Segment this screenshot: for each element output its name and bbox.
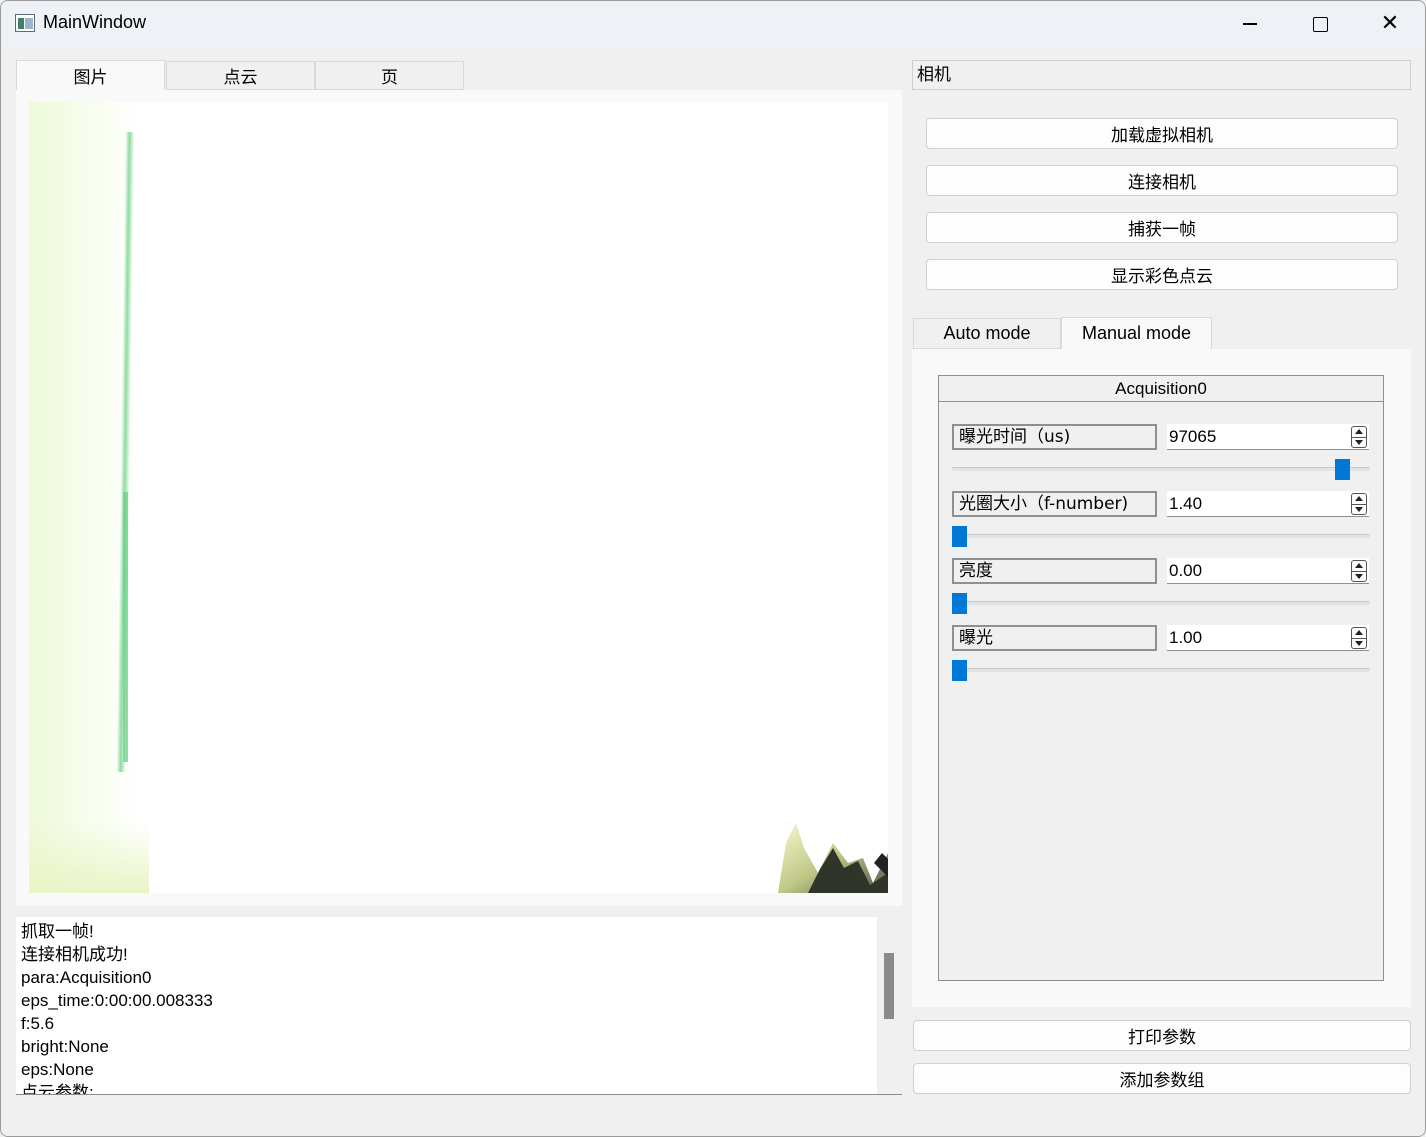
aperture-slider-track[interactable] (952, 534, 1370, 538)
tab-manual-mode[interactable]: Manual mode (1061, 317, 1212, 350)
spinbox-arrows[interactable] (1351, 493, 1367, 515)
spinbox-arrows[interactable] (1351, 627, 1367, 649)
camera-image (29, 102, 888, 893)
spinbox-value: 97065 (1169, 427, 1217, 446)
spin-down-icon[interactable] (1355, 507, 1363, 512)
spinbox-value: 1.40 (1169, 494, 1203, 513)
exposure-time-slider-handle[interactable] (1334, 459, 1350, 480)
load-virtual-camera-button[interactable]: 加载虚拟相机 (926, 118, 1398, 149)
aperture-spinbox[interactable]: 1.40 (1167, 491, 1369, 517)
status-bar (1, 1096, 1425, 1136)
camera-section-header: 相机 (912, 60, 1411, 90)
group-title: Acquisition0 (939, 376, 1383, 402)
spinbox-arrows[interactable] (1351, 560, 1367, 582)
close-button[interactable]: ✕ (1355, 1, 1425, 47)
log-line: 点云参数: (21, 1083, 94, 1095)
close-icon: ✕ (1380, 11, 1400, 36)
spinbox-arrows[interactable] (1351, 426, 1367, 448)
spinbox-value: 0.00 (1169, 561, 1203, 580)
spin-up-icon[interactable] (1355, 496, 1363, 501)
exposure-time-spinbox[interactable]: 97065 (1167, 424, 1369, 450)
tab-point-cloud[interactable]: 点云 (166, 61, 315, 90)
tab-image[interactable]: 图片 (16, 60, 165, 91)
maximize-button[interactable] (1285, 1, 1355, 47)
log-output[interactable]: 抓取一帧! 连接相机成功! para:Acquisition0 eps_time… (16, 917, 902, 1095)
aperture-slider-handle[interactable] (952, 526, 967, 547)
capture-frame-button[interactable]: 捕获一帧 (926, 212, 1398, 243)
print-params-button[interactable]: 打印参数 (913, 1020, 1411, 1051)
log-line: 连接相机成功! (21, 945, 128, 964)
spin-up-icon[interactable] (1355, 563, 1363, 568)
param-label-exposure-time: 曝光时间（us) (952, 424, 1157, 450)
log-line: eps_time:0:00:00.008333 (21, 991, 213, 1010)
connect-camera-button[interactable]: 连接相机 (926, 165, 1398, 196)
log-scrollbar[interactable] (877, 917, 902, 1094)
param-label-brightness: 亮度 (952, 558, 1157, 584)
log-line: 抓取一帧! (21, 922, 94, 941)
param-label-aperture: 光圈大小（f-number) (952, 491, 1157, 517)
minimize-icon (1243, 23, 1257, 25)
tab-page[interactable]: 页 (315, 61, 464, 90)
brightness-spinbox[interactable]: 0.00 (1167, 558, 1369, 584)
title-bar[interactable]: MainWindow ✕ (1, 1, 1425, 47)
spin-divider (1352, 437, 1366, 438)
brightness-slider-track[interactable] (952, 601, 1370, 605)
spin-divider (1352, 571, 1366, 572)
log-lines: 抓取一帧! 连接相机成功! para:Acquisition0 eps_time… (21, 920, 213, 1095)
log-scrollbar-thumb[interactable] (884, 953, 894, 1019)
spin-divider (1352, 638, 1366, 639)
maximize-icon (1312, 16, 1328, 32)
acquisition-groupbox: Acquisition0 (938, 375, 1384, 981)
param-label-exposure: 曝光 (952, 625, 1157, 651)
spin-down-icon[interactable] (1355, 641, 1363, 646)
spin-up-icon[interactable] (1355, 630, 1363, 635)
exposure-slider-track[interactable] (952, 668, 1370, 672)
log-line: para:Acquisition0 (21, 968, 152, 987)
spin-down-icon[interactable] (1355, 440, 1363, 445)
exposure-spinbox[interactable]: 1.00 (1167, 625, 1369, 651)
image-dark-object (778, 823, 888, 893)
tab-auto-mode[interactable]: Auto mode (913, 318, 1061, 349)
spinbox-value: 1.00 (1169, 628, 1203, 647)
log-line: eps:None (21, 1060, 94, 1079)
image-green-stripe-core (123, 492, 128, 762)
main-window: MainWindow ✕ 图片 点云 页 抓取一帧! 连接相机成功! para:… (0, 0, 1426, 1137)
app-icon (15, 14, 35, 32)
exposure-slider-handle[interactable] (952, 660, 967, 681)
brightness-slider-handle[interactable] (952, 593, 967, 614)
log-line: f:5.6 (21, 1014, 55, 1033)
image-bottom-glow (29, 822, 149, 893)
spin-down-icon[interactable] (1355, 574, 1363, 579)
show-color-point-cloud-button[interactable]: 显示彩色点云 (926, 259, 1398, 290)
exposure-time-slider-track[interactable] (952, 467, 1370, 471)
spin-divider (1352, 504, 1366, 505)
log-line: bright:None (21, 1037, 109, 1056)
add-param-group-button[interactable]: 添加参数组 (913, 1063, 1411, 1094)
spin-up-icon[interactable] (1355, 429, 1363, 434)
minimize-button[interactable] (1215, 1, 1285, 47)
window-title: MainWindow (43, 12, 147, 32)
